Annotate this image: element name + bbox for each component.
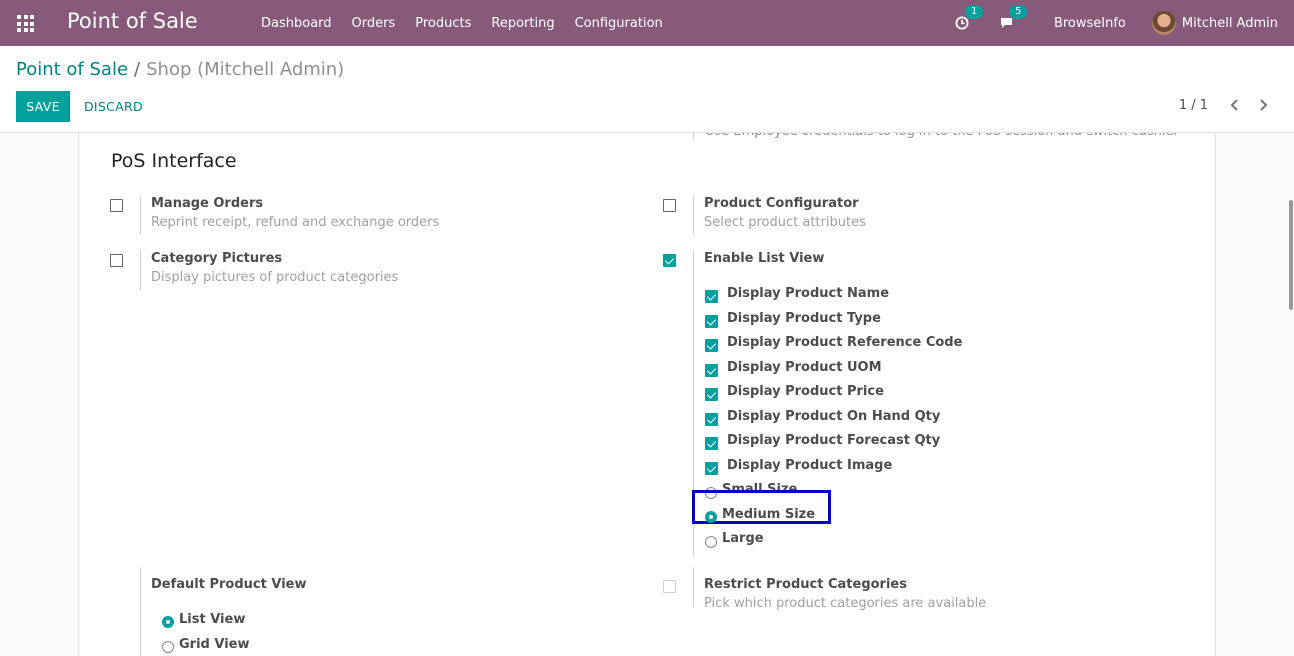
menu-configuration[interactable]: Configuration [565, 16, 673, 31]
display-product-reference-code-checkbox[interactable] [705, 339, 718, 352]
chevron-left-icon[interactable] [1228, 98, 1242, 112]
menu-reporting[interactable]: Reporting [481, 16, 564, 31]
form-view: Use Employee credentials to log in to th… [0, 133, 1294, 656]
breadcrumb-parent[interactable]: Point of Sale [16, 59, 128, 80]
default-product-view-label: Default Product View [151, 577, 307, 592]
breadcrumb: Point of Sale / Shop (Mitchell Admin) [16, 59, 344, 80]
enable-list-view-label: Enable List View [704, 251, 825, 266]
display-product-on-hand-qty-checkbox[interactable] [705, 413, 718, 426]
display-product-image-label: Display Product Image [727, 458, 893, 473]
breadcrumb-current: Shop (Mitchell Admin) [146, 59, 345, 80]
grid-view-label: Grid View [179, 637, 250, 652]
save-button[interactable]: SAVE [16, 91, 70, 122]
category-pictures-checkbox[interactable] [110, 254, 123, 267]
apps-menu-icon[interactable] [17, 15, 34, 32]
systray: 1 5 BrowseInfo Mitchell Admin [955, 0, 1294, 46]
messages-button[interactable]: 5 [999, 5, 1028, 30]
display-product-image-checkbox[interactable] [705, 462, 718, 475]
manage-orders-label: Manage Orders [151, 196, 264, 211]
display-product-price-checkbox[interactable] [705, 388, 718, 401]
company-switcher[interactable]: BrowseInfo [1054, 16, 1126, 31]
display-product-name-checkbox[interactable] [705, 290, 718, 303]
display-product-type-label: Display Product Type [727, 311, 881, 326]
menu-products[interactable]: Products [405, 16, 481, 31]
restrict-categories-label: Restrict Product Categories [704, 577, 907, 592]
display-product-price-label: Display Product Price [727, 384, 884, 399]
manage-orders-checkbox[interactable] [110, 199, 123, 212]
divider [693, 567, 694, 607]
chevron-right-icon[interactable] [1256, 98, 1270, 112]
medium-size-radio[interactable] [705, 511, 717, 523]
user-name: Mitchell Admin [1181, 15, 1278, 31]
section-title: PoS Interface [111, 150, 237, 172]
list-view-radio[interactable] [162, 616, 174, 628]
activity-button[interactable]: 1 [955, 5, 984, 30]
divider [140, 567, 141, 656]
divider [140, 250, 141, 290]
category-pictures-description: Display pictures of product categories [151, 270, 399, 285]
main-menu: Dashboard Orders Products Reporting Conf… [251, 0, 673, 46]
display-product-reference-code-label: Display Product Reference Code [727, 335, 963, 350]
scrollbar-thumb[interactable] [1289, 200, 1293, 310]
control-panel: Point of Sale / Shop (Mitchell Admin) SAVE… [0, 46, 1294, 133]
grid-view-radio[interactable] [162, 641, 174, 653]
menu-dashboard[interactable]: Dashboard [251, 16, 342, 31]
display-product-forecast-qty-checkbox[interactable] [705, 437, 718, 450]
display-product-uom-label: Display Product UOM [727, 360, 882, 375]
messages-count-badge: 5 [1008, 5, 1028, 19]
activity-count-badge: 1 [964, 5, 984, 19]
display-product-forecast-qty-label: Display Product Forecast Qty [727, 433, 941, 448]
menu-orders[interactable]: Orders [342, 16, 406, 31]
employee-login-description: Use Employee credentials to log in to th… [705, 133, 1179, 141]
display-product-type-checkbox[interactable] [705, 315, 718, 328]
app-brand[interactable]: Point of Sale [67, 9, 198, 33]
display-product-name-label: Display Product Name [727, 286, 890, 301]
clock-icon [955, 16, 969, 30]
medium-size-label: Medium Size [722, 507, 816, 522]
large-size-label: Large [722, 531, 764, 546]
avatar [1151, 11, 1176, 35]
pager-value[interactable]: 1 / 1 [1179, 98, 1208, 113]
display-product-uom-checkbox[interactable] [705, 364, 718, 377]
product-configurator-label: Product Configurator [704, 196, 859, 211]
product-configurator-description: Select product attributes [704, 215, 866, 230]
enable-list-view-checkbox[interactable] [663, 254, 676, 267]
divider [693, 195, 694, 234]
manage-orders-description: Reprint receipt, refund and exchange ord… [151, 215, 440, 230]
divider [140, 195, 141, 234]
user-menu[interactable]: Mitchell Admin [1151, 11, 1278, 35]
restrict-categories-checkbox[interactable] [663, 580, 676, 593]
divider [693, 133, 694, 140]
form-sheet: Use Employee credentials to log in to th… [78, 133, 1216, 656]
restrict-categories-description: Pick which product categories are availa… [704, 596, 987, 611]
category-pictures-label: Category Pictures [151, 251, 283, 266]
top-navbar: Point of Sale Dashboard Orders Products … [0, 0, 1294, 46]
list-view-label: List View [179, 612, 246, 627]
discard-button[interactable]: DISCARD [84, 99, 143, 114]
display-product-on-hand-qty-label: Display Product On Hand Qty [727, 409, 941, 424]
large-size-radio[interactable] [705, 536, 717, 548]
product-configurator-checkbox[interactable] [663, 199, 676, 212]
breadcrumb-separator: / [134, 59, 141, 80]
